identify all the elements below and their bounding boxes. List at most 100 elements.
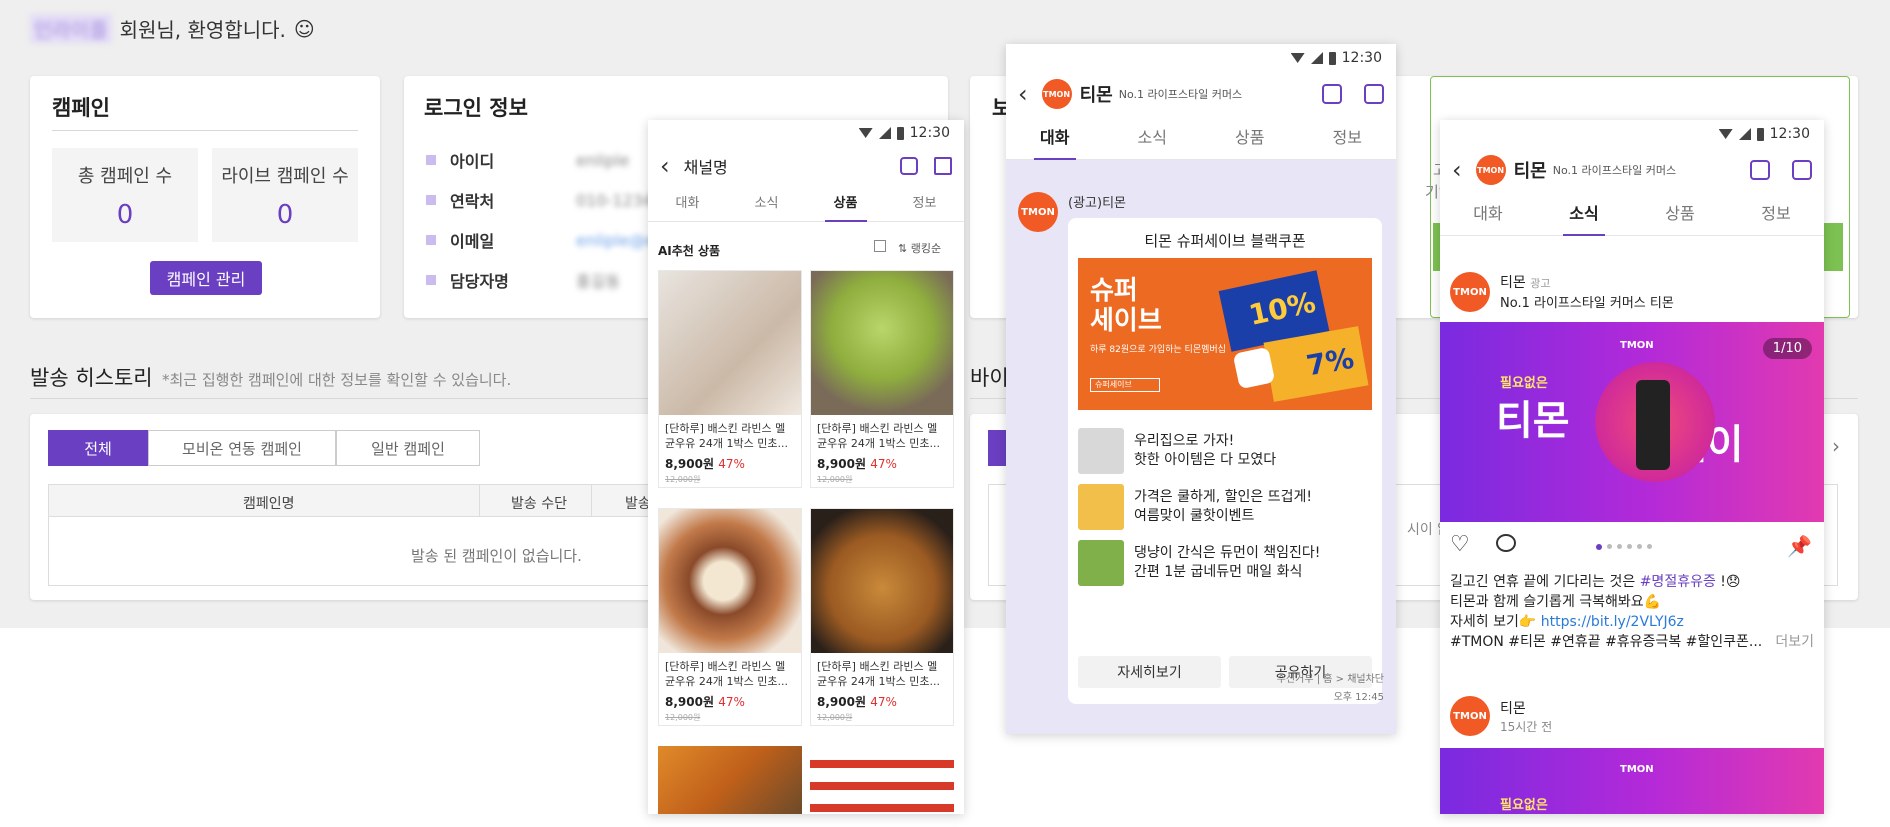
- post2-banner-small: 필요없은: [1500, 798, 1548, 813]
- phone2-tabs: 대화 소식 상품 정보: [1006, 116, 1396, 160]
- product-price: 8,900원 47%: [665, 457, 745, 471]
- like-icon[interactable]: ♡: [1450, 532, 1470, 557]
- tab-all[interactable]: 전체: [48, 430, 148, 466]
- pin-icon[interactable]: 📌: [1787, 534, 1812, 558]
- product-card[interactable]: [단하루] 배스킨 라빈스 멜균우유 24개 1박스 민초... 8,900원 …: [810, 508, 954, 726]
- search-icon[interactable]: [1322, 84, 1342, 104]
- exit-icon[interactable]: [934, 157, 952, 175]
- product-card[interactable]: [단하루] 배스킨 라빈스 멜균우유 24개 1박스 민초... 8,900원 …: [810, 270, 954, 488]
- message-items: 우리집으로 가자! 핫한 아이템은 다 모였다 가격은 쿨하게, 할인은 뜨겁게!…: [1078, 418, 1368, 586]
- product-price: 8,900원 47%: [817, 457, 897, 471]
- post-banner[interactable]: TMON 필요없은 티몬 데이 1/10: [1440, 322, 1824, 522]
- banner-subtitle: 하루 82원으로 가입하는 티몬멤버십: [1090, 345, 1226, 355]
- signal-icon: [878, 127, 891, 139]
- back-arrow-icon[interactable]: ‹: [660, 152, 670, 180]
- tab-news[interactable]: 소식: [1104, 116, 1202, 159]
- item-line2: 핫한 아이템은 다 모였다: [1134, 452, 1277, 468]
- tab-general[interactable]: 일반 캠페인: [336, 430, 480, 466]
- tab-news[interactable]: 소식: [727, 186, 806, 221]
- product-name: [단하루] 배스킨 라빈스 멜균우유 24개 1박스 민초...: [817, 422, 940, 450]
- grid-view-icon[interactable]: [874, 240, 886, 252]
- bullet-icon: [426, 195, 436, 205]
- product-image: [659, 509, 801, 653]
- search-icon[interactable]: [900, 157, 918, 175]
- phone2-top: 12:30 ‹ TMON 티몬 No.1 라이프스타일 커머스 대화 소식 상품…: [1006, 44, 1396, 160]
- signal-icon: [1310, 52, 1323, 64]
- caption-line1: 길고긴 연휴 끝에 기다리는 것은: [1450, 574, 1636, 590]
- post2-time: 15시간 전: [1500, 720, 1553, 734]
- exit-icon[interactable]: [1364, 84, 1384, 104]
- app-header: ‹ TMON 티몬 No.1 라이프스타일 커머스: [1006, 72, 1396, 116]
- banner-search: 슈퍼세이브: [1090, 378, 1160, 392]
- phone3-tabs: 대화 소식 상품 정보: [1440, 192, 1824, 236]
- col-send-method: 발송 수단: [511, 496, 567, 512]
- product-orig-price: 12,000원: [817, 713, 853, 722]
- post-author: 티몬 광고: [1500, 272, 1550, 292]
- bullet-icon: [426, 235, 436, 245]
- post2-banner[interactable]: TMON 필요없은: [1440, 748, 1824, 814]
- tab-products[interactable]: 상품: [1201, 116, 1299, 159]
- message-item[interactable]: 가격은 쿨하게, 할인은 뜨겁게! 여름맞이 쿨핫이벤트: [1078, 484, 1368, 530]
- carousel-dots: [1596, 544, 1652, 550]
- tab-chat[interactable]: 대화: [1440, 192, 1536, 235]
- tab-info[interactable]: 정보: [1299, 116, 1397, 159]
- smile-icon: ☺: [293, 16, 315, 41]
- exit-icon[interactable]: [1792, 160, 1812, 180]
- caption-link[interactable]: https://bit.ly/2VLYJ6z: [1541, 614, 1684, 630]
- tab-chat[interactable]: 대화: [1006, 116, 1104, 159]
- phone-products: 12:30 ‹ 채널명 대화 소식 상품 정보 AI추천 상품 ⇅ 랭킹순 [단…: [648, 120, 964, 814]
- bullet-icon: [426, 155, 436, 165]
- tab-products[interactable]: 상품: [1632, 192, 1728, 235]
- back-arrow-icon[interactable]: ‹: [1452, 156, 1462, 184]
- chevron-right-icon[interactable]: ›: [1832, 434, 1840, 458]
- info-label: 담당자명: [450, 272, 509, 291]
- product-image: [811, 271, 953, 415]
- status-bar: 12:30: [1440, 120, 1824, 148]
- app-header: ‹ TMON 티몬 No.1 라이프스타일 커머스: [1440, 148, 1824, 192]
- comment-icon[interactable]: [1496, 534, 1516, 552]
- product-image-partial: [810, 746, 954, 814]
- signal-icon: [1738, 128, 1751, 140]
- welcome-message: 인라이플 회원님, 환영합니다. ☺: [30, 14, 315, 43]
- back-arrow-icon[interactable]: ‹: [1018, 80, 1028, 108]
- battery-icon: [896, 126, 904, 140]
- message-item[interactable]: 우리집으로 가자! 핫한 아이템은 다 모였다: [1078, 428, 1368, 474]
- sort-button[interactable]: ⇅ 랭킹순: [898, 240, 941, 256]
- product-orig-price: 12,000원: [817, 475, 853, 484]
- bullet-icon: [426, 275, 436, 285]
- caption-line1-end: !😞: [1720, 574, 1741, 590]
- detail-button[interactable]: 자세히보기: [1078, 656, 1221, 688]
- col-send: 발송: [625, 496, 651, 512]
- product-card[interactable]: [단하루] 배스킨 라빈스 멜균우유 24개 1박스 민초... 8,900원 …: [658, 508, 802, 726]
- live-campaign-value: 0: [276, 200, 294, 230]
- tab-news[interactable]: 소식: [1536, 192, 1632, 235]
- banner-title: 슈퍼 세이브: [1090, 276, 1162, 336]
- tab-mobion[interactable]: 모비온 연동 캠페인: [148, 430, 336, 466]
- tab-info[interactable]: 정보: [885, 186, 964, 221]
- coupon-banner[interactable]: 슈퍼 세이브 하루 82원으로 가입하는 티몬멤버십 슈퍼세이브 10% 7%: [1078, 258, 1372, 410]
- post-avatar: TMON: [1450, 272, 1490, 312]
- col-campaign-name: 캠페인명: [243, 496, 295, 512]
- total-campaign-stat: 총 캠페인 수 0: [52, 148, 198, 242]
- campaign-manage-button[interactable]: 캠페인 관리: [150, 261, 262, 295]
- message-item[interactable]: 댕냥이 간식은 듀먼이 책임진다! 간편 1분 굽네듀먼 매일 화식: [1078, 540, 1368, 586]
- tab-products[interactable]: 상품: [806, 186, 885, 221]
- wifi-icon: [1290, 53, 1305, 63]
- tab-chat[interactable]: 대화: [648, 186, 727, 221]
- campaign-card: 캠페인 총 캠페인 수 0 라이브 캠페인 수 0 캠페인 관리: [30, 76, 380, 318]
- item-thumb: [1078, 484, 1124, 530]
- product-card[interactable]: [단하루] 배스킨 라빈스 멜균우유 24개 1박스 민초... 8,900원 …: [658, 270, 802, 488]
- item-thumb: [1078, 428, 1124, 474]
- live-campaign-stat: 라이브 캠페인 수 0: [212, 148, 358, 242]
- item-line2: 간편 1분 굽네듀먼 매일 화식: [1134, 564, 1303, 580]
- status-time: 12:30: [1341, 50, 1382, 66]
- product-name: [단하루] 배스킨 라빈스 멜균우유 24개 1박스 민초...: [665, 660, 788, 688]
- sort-label: 랭킹순: [910, 242, 942, 255]
- search-icon[interactable]: [1750, 160, 1770, 180]
- total-campaign-label: 총 캠페인 수: [77, 166, 173, 187]
- product-price: 8,900원 47%: [817, 695, 897, 709]
- brand-tagline: No.1 라이프스타일 커머스: [1552, 164, 1677, 177]
- more-link[interactable]: 더보기: [1775, 632, 1814, 652]
- product-image: [659, 271, 801, 415]
- tab-info[interactable]: 정보: [1728, 192, 1824, 235]
